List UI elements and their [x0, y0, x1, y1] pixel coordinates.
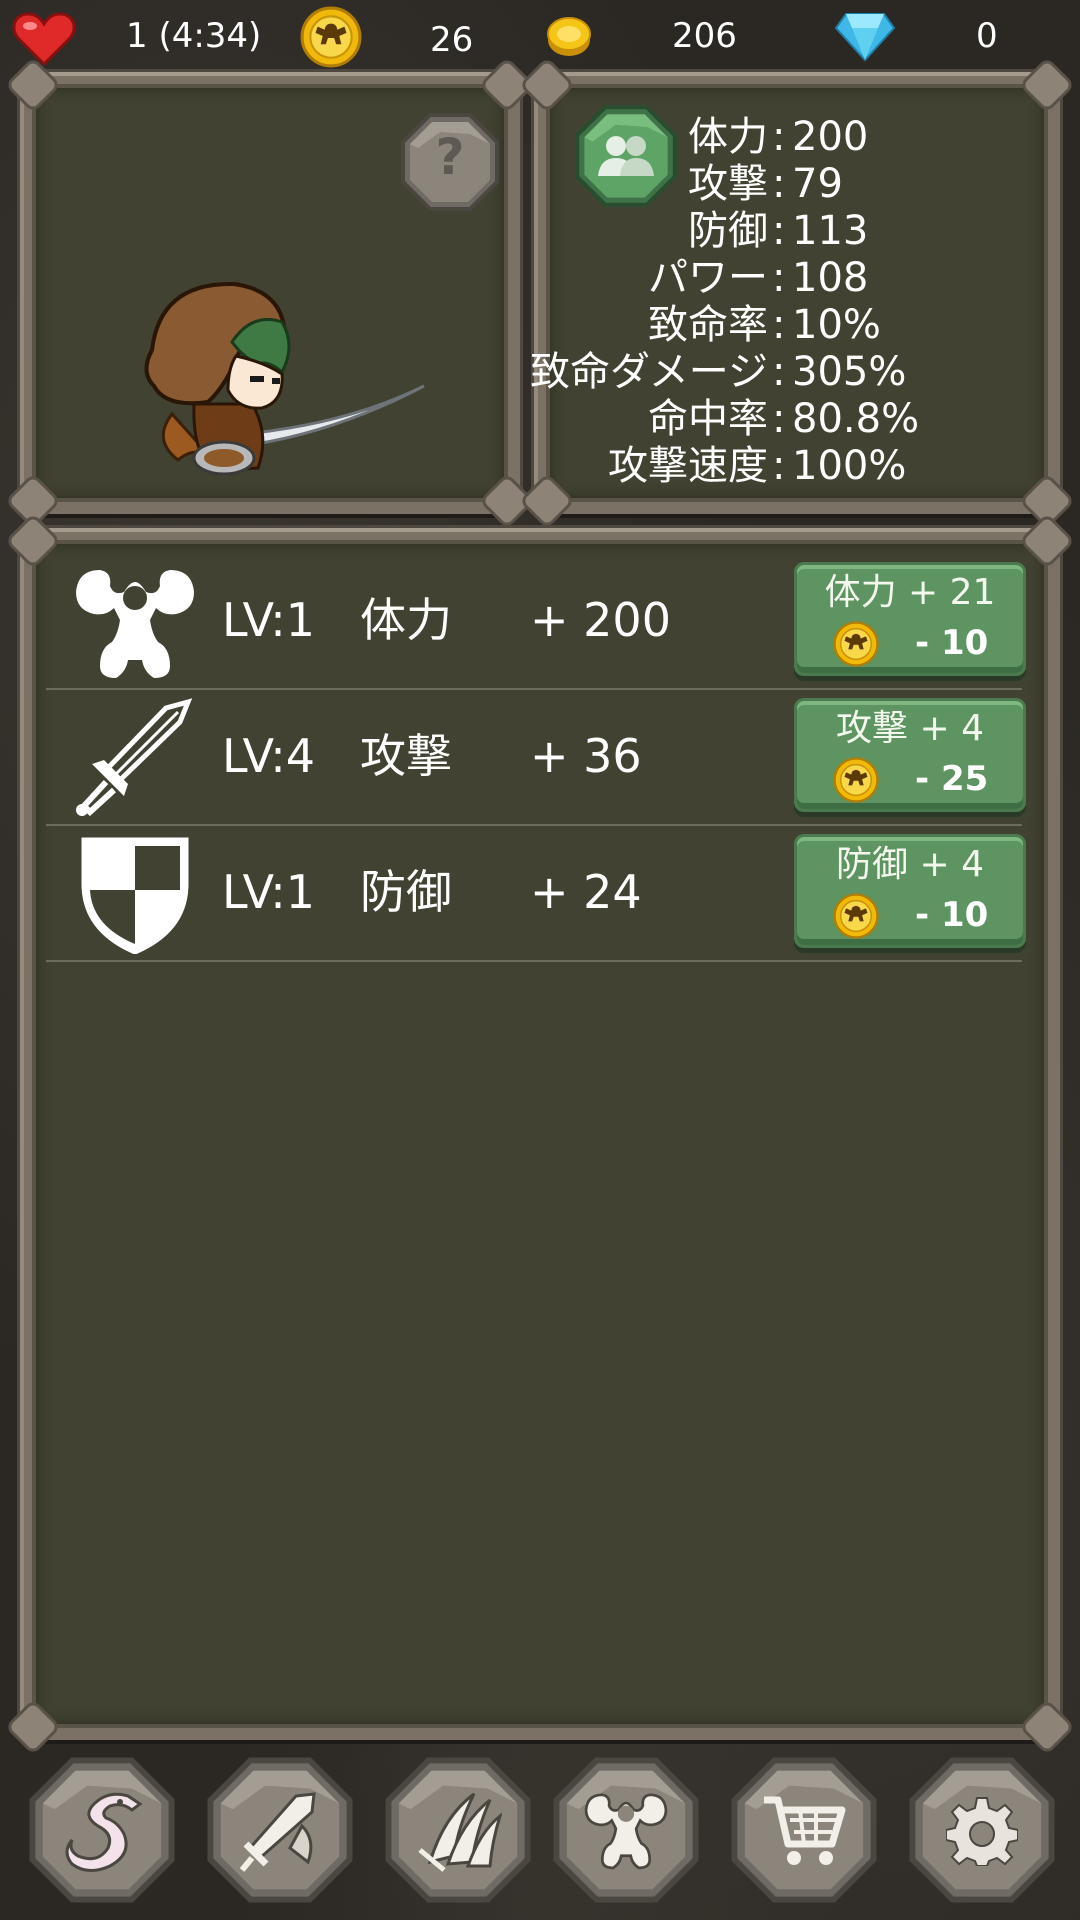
upgrade-panel: LV:1 体力 + 200 体力 + 21 - 10 LV:4 攻撃 + 36 … — [8, 516, 1072, 1752]
stat-value: 200 — [792, 114, 869, 160]
upgrade-button-label: 体力 + 21 — [824, 572, 996, 613]
lives-counter: 1 (4:34) — [126, 16, 262, 56]
stat-row: 致命ダメージ : 305% — [530, 349, 1026, 396]
nav-training-button[interactable] — [552, 1756, 700, 1904]
stat-row: 致命率 : 10% — [546, 302, 1026, 349]
stat-value: 100% — [792, 443, 907, 489]
cart-icon — [760, 1786, 848, 1878]
medal-counter: 26 — [430, 20, 474, 60]
help-button[interactable]: ? — [400, 112, 500, 212]
stat-separator: : — [772, 302, 786, 348]
upgrade-cost: - 10 — [915, 895, 989, 935]
stat-row: 体力 : 200 — [546, 114, 1026, 161]
upgrade-attack-button[interactable]: 攻撃 + 4 - 25 — [794, 698, 1026, 812]
shield-icon — [70, 834, 200, 955]
sword-icon — [70, 698, 200, 818]
upgrade-row-hp: LV:1 体力 + 200 体力 + 21 - 10 — [46, 554, 1026, 690]
stat-label: パワー — [648, 255, 768, 301]
stats-panel: 体力 : 200 攻撃 : 79 防御 : 113 パワー : 108 致命率 … — [522, 60, 1072, 526]
medal-icon — [833, 621, 879, 667]
stat-label: 致命率 — [648, 302, 768, 348]
nav-dragon-button[interactable] — [28, 1756, 176, 1904]
stat-list: 体力 : 200 攻撃 : 79 防御 : 113 パワー : 108 致命率 … — [530, 114, 1046, 494]
help-button-label: ? — [435, 128, 465, 186]
medal-icon — [300, 6, 362, 72]
upgrade-cost: - 25 — [915, 759, 989, 799]
character-panel: ? — [8, 60, 532, 526]
upgrade-name: 攻撃 — [360, 729, 452, 783]
gold-coin-icon — [546, 14, 592, 62]
stat-value: 108 — [792, 255, 869, 301]
muscle-icon — [582, 1786, 670, 1878]
stat-separator: : — [772, 255, 786, 301]
hero-character — [132, 264, 452, 564]
stat-separator: : — [772, 443, 786, 489]
stat-row: 防御 : 113 — [546, 208, 1026, 255]
stat-value: 10% — [792, 302, 881, 348]
upgrade-hp-button[interactable]: 体力 + 21 - 10 — [794, 562, 1026, 676]
upgrade-bonus: + 36 — [530, 729, 642, 783]
upgrade-level: LV:1 — [222, 865, 316, 919]
stat-value: 79 — [792, 161, 843, 207]
stat-value: 305% — [792, 349, 907, 395]
upgrade-bonus: + 200 — [530, 593, 671, 647]
stat-label: 攻撃速度 — [608, 443, 768, 489]
upgrade-name: 体力 — [360, 593, 452, 647]
upgrade-level: LV:1 — [222, 593, 316, 647]
gem-counter: 0 — [976, 16, 998, 56]
stat-separator: : — [772, 114, 786, 160]
weapons-icon — [236, 1786, 324, 1878]
nav-settings-button[interactable] — [908, 1756, 1056, 1904]
medal-icon — [833, 757, 879, 803]
stat-label: 防御 — [688, 208, 768, 254]
upgrade-cost: - 10 — [915, 623, 989, 663]
muscle-icon — [70, 562, 200, 682]
stat-label: 命中率 — [648, 396, 768, 442]
nav-weapons-button[interactable] — [206, 1756, 354, 1904]
stat-separator: : — [772, 161, 786, 207]
nav-shop-button[interactable] — [730, 1756, 878, 1904]
upgrade-button-label: 攻撃 + 4 — [836, 708, 984, 749]
stat-separator: : — [772, 208, 786, 254]
medal-icon — [833, 893, 879, 939]
claw-icon — [414, 1786, 503, 1878]
status-bar: 1 (4:34) 26 206 0 — [0, 0, 1080, 72]
stat-row: 命中率 : 80.8% — [546, 396, 1026, 443]
upgrade-name: 防御 — [360, 865, 452, 919]
heart-icon — [12, 10, 76, 70]
stat-row: 攻撃 : 79 — [546, 161, 1026, 208]
gold-counter: 206 — [672, 16, 737, 56]
stat-value: 80.8% — [792, 396, 920, 442]
nav-skills-button[interactable] — [384, 1756, 532, 1904]
stat-row: 攻撃速度 : 100% — [546, 443, 1026, 490]
stat-separator: : — [772, 396, 786, 442]
stat-value: 113 — [792, 208, 869, 254]
upgrade-defense-button[interactable]: 防御 + 4 - 10 — [794, 834, 1026, 948]
dragon-icon — [58, 1786, 146, 1878]
stat-label: 致命ダメージ — [530, 349, 768, 395]
upgrade-button-label: 防御 + 4 — [836, 844, 984, 885]
gem-icon — [834, 12, 896, 66]
stat-separator: : — [772, 349, 786, 395]
stat-row: パワー : 108 — [546, 255, 1026, 302]
upgrade-row-attack: LV:4 攻撃 + 36 攻撃 + 4 - 25 — [46, 690, 1026, 826]
stat-label: 体力 — [688, 114, 768, 160]
stat-label: 攻撃 — [688, 161, 768, 207]
upgrade-row-defense: LV:1 防御 + 24 防御 + 4 - 10 — [46, 826, 1026, 962]
upgrade-level: LV:4 — [222, 729, 316, 783]
gear-icon — [945, 1794, 1019, 1870]
upgrade-bonus: + 24 — [530, 865, 642, 919]
